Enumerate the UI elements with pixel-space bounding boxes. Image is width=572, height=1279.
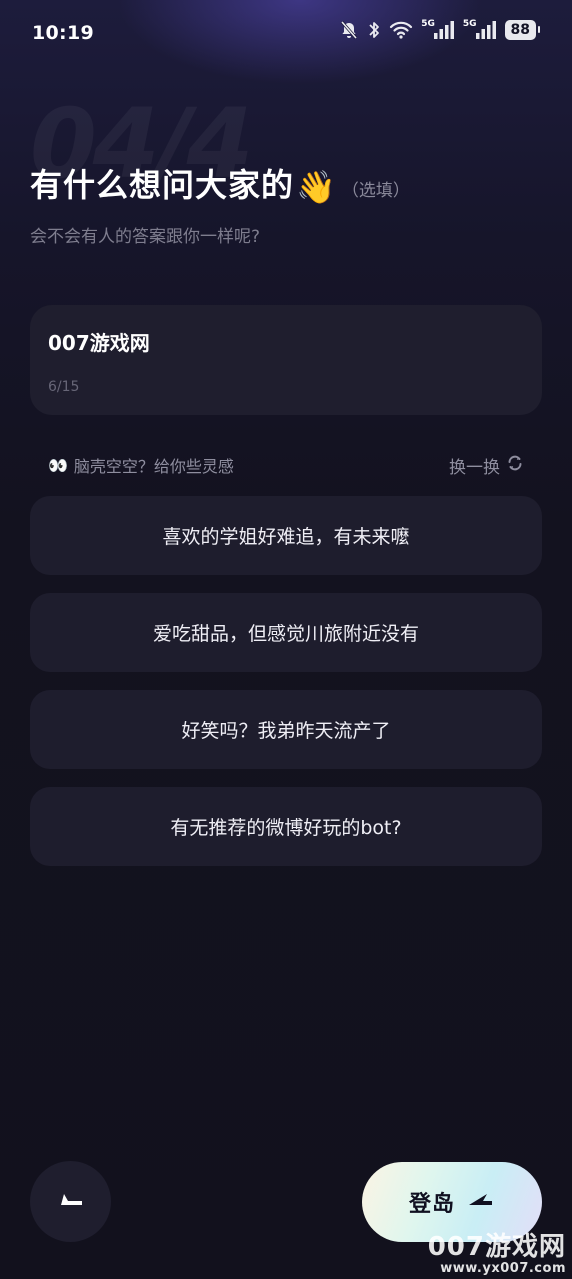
signal-5g-icon: 5G	[462, 19, 497, 40]
signal-5g-icon: 5G	[421, 19, 455, 40]
back-arrow-icon	[58, 1191, 84, 1213]
bluetooth-icon	[367, 20, 381, 40]
waving-hand-icon: 👋	[296, 168, 336, 206]
optional-tag: （选填）	[341, 181, 410, 201]
question-input-value[interactable]: 007游戏网	[48, 327, 524, 356]
page-subtitle: 会不会有人的答案跟你一样呢?	[30, 227, 261, 247]
suggestion-item[interactable]: 喜欢的学姐好难追，有未来嚒	[30, 496, 542, 575]
watermark-url: www.yx007.com	[440, 1261, 566, 1276]
bell-muted-icon	[339, 20, 359, 40]
suggestion-item[interactable]: 有无推荐的微博好玩的bot?	[30, 787, 542, 866]
forward-arrow-icon	[467, 1191, 495, 1213]
refresh-icon	[506, 454, 524, 477]
question-input[interactable]: 007游戏网 6/15	[30, 305, 542, 415]
status-time: 10:19	[32, 22, 94, 44]
eyes-icon: 👀	[48, 455, 68, 475]
signal-label: 5G	[421, 19, 435, 29]
refresh-button[interactable]: 换一换	[449, 453, 524, 478]
status-icons: 5G 5G 88	[339, 19, 541, 40]
suggestion-item[interactable]: 爱吃甜品，但感觉川旅附近没有	[30, 593, 542, 672]
inspiration-label: 脑壳空空？给你些灵感	[73, 457, 234, 476]
wifi-icon	[389, 20, 413, 40]
signal-label: 5G	[462, 19, 477, 29]
status-bar: 10:19 5G 5G 88	[0, 0, 572, 68]
page-title: 有什么想问大家的	[30, 166, 295, 204]
enter-island-label: 登岛	[408, 1192, 455, 1217]
enter-island-button[interactable]: 登岛	[362, 1162, 542, 1242]
battery-indicator: 88	[504, 20, 541, 40]
inspiration-row: 👀 脑壳空空？给你些灵感 换一换	[48, 452, 524, 478]
inspiration-hint: 👀 脑壳空空？给你些灵感	[48, 453, 234, 477]
site-watermark: 007游戏网 www.yx007.com	[428, 1234, 566, 1275]
character-count: 6/15	[48, 379, 80, 395]
refresh-label: 换一换	[449, 457, 500, 478]
suggestion-item[interactable]: 好笑吗？我弟昨天流产了	[30, 690, 542, 769]
back-button[interactable]	[30, 1161, 111, 1242]
title-row: 有什么想问大家的 👋 （选填）	[30, 160, 410, 206]
watermark-text: 007游戏网	[427, 1232, 566, 1262]
